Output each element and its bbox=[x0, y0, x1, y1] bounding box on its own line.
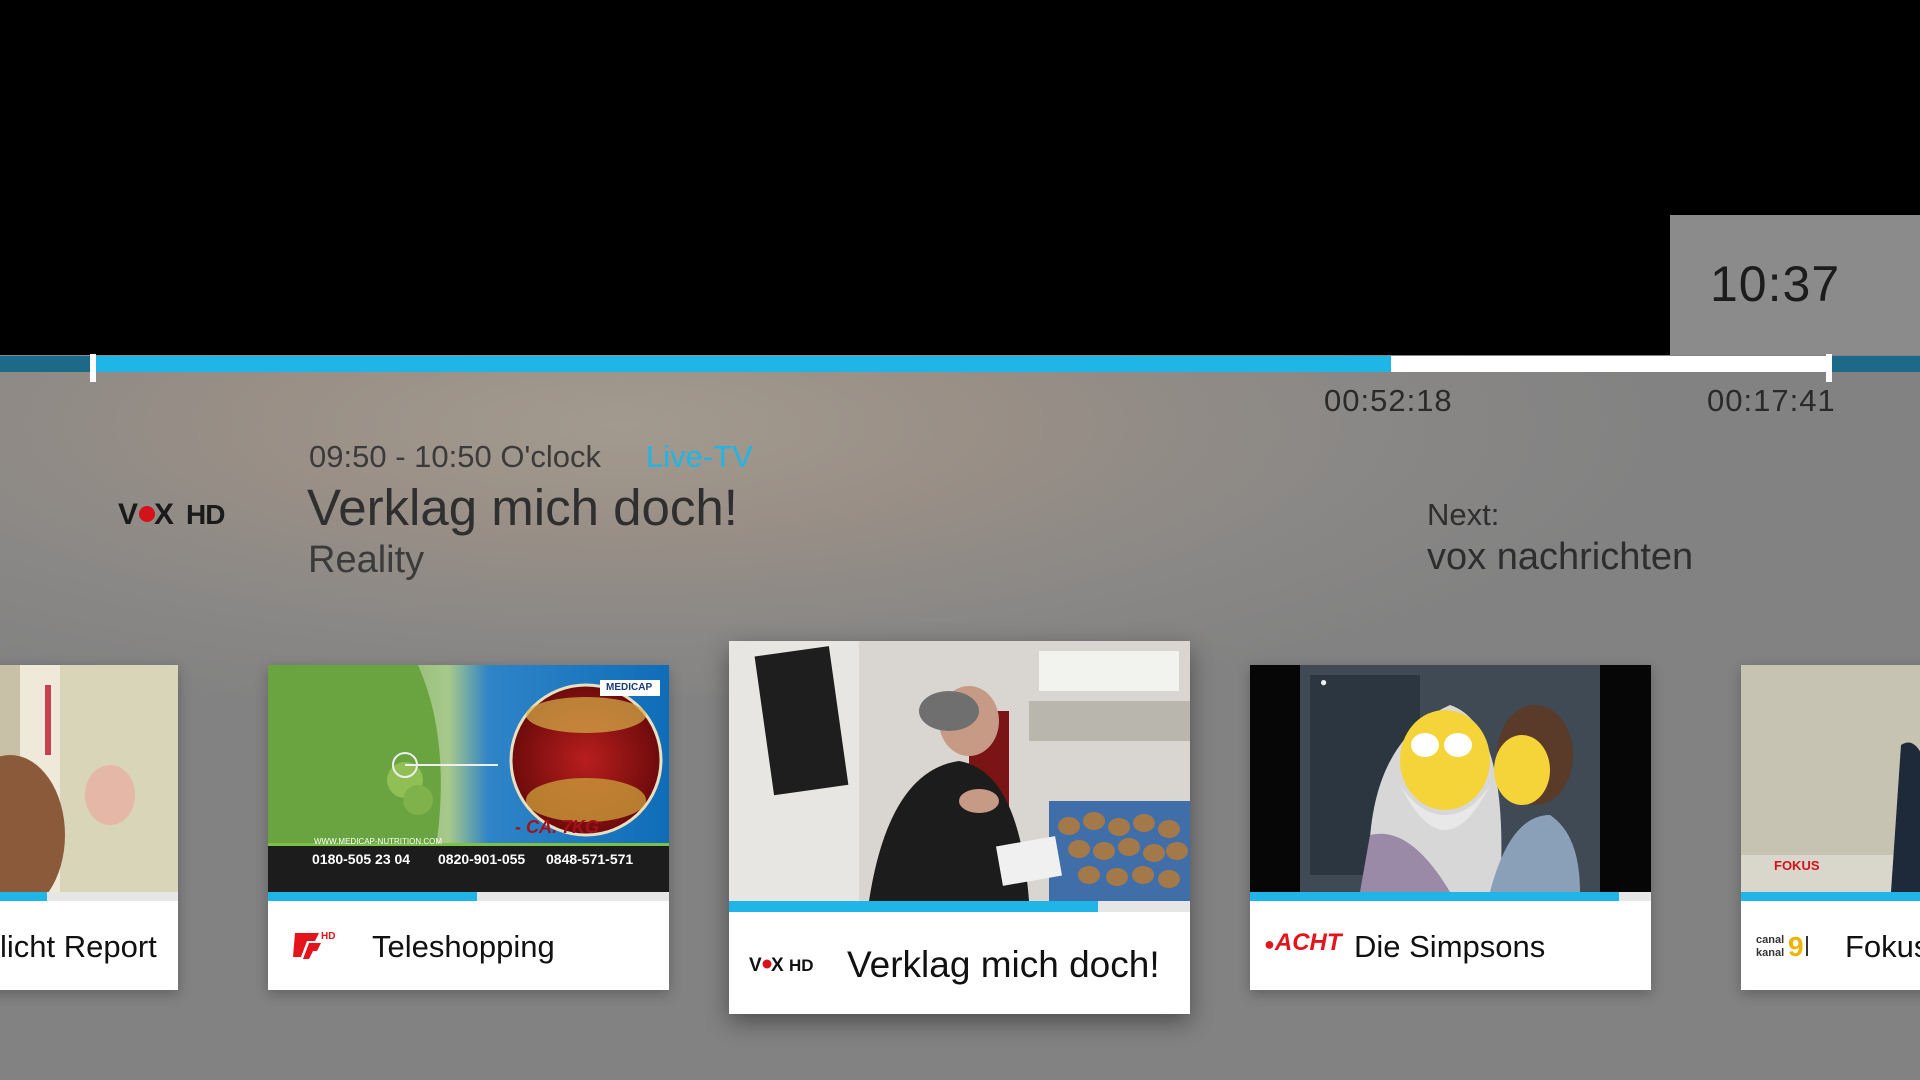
channel-card-title: Teleshopping bbox=[372, 929, 555, 964]
channel-thumbnail bbox=[729, 641, 1190, 901]
timeline-end-marker bbox=[1826, 354, 1832, 382]
next-program-title: vox nachrichten bbox=[1427, 536, 1694, 578]
remaining-time: 00:17:41 bbox=[1707, 383, 1836, 418]
acht-watermark-icon: ● bbox=[1320, 675, 1328, 689]
svg-text:HD: HD bbox=[321, 931, 335, 942]
channel-progress bbox=[268, 892, 669, 901]
fokus-caption: FOKUS bbox=[1774, 858, 1820, 873]
svg-text:9: 9 bbox=[1788, 931, 1804, 961]
channel-progress bbox=[0, 892, 178, 901]
channel-card-title: Die Simpsons bbox=[1354, 929, 1546, 964]
teleshopping-weight: - CA. 7KG bbox=[515, 817, 600, 837]
channel-card[interactable]: MEDICAP - CA. 7KG WWW.MEDICAP-NUTRITION.… bbox=[268, 665, 669, 990]
teleshopping-website: WWW.MEDICAP-NUTRITION.COM bbox=[314, 837, 442, 846]
svg-text:canal: canal bbox=[1756, 934, 1784, 946]
channel-thumbnail: FOKUS bbox=[1741, 665, 1920, 892]
program-title: Verklag mich doch! bbox=[307, 479, 738, 536]
channel-card[interactable]: FOKUS canal kanal 9 Fokus bbox=[1741, 665, 1920, 990]
svg-text:X: X bbox=[154, 498, 174, 530]
channel-card-title: Fokus bbox=[1845, 929, 1920, 964]
canal9-logo-icon: canal kanal 9 bbox=[1756, 931, 1811, 962]
svg-text:X: X bbox=[771, 955, 784, 976]
clock-box: 10:37 bbox=[1670, 215, 1920, 355]
next-label: Next: bbox=[1427, 497, 1500, 532]
timeline-start-marker bbox=[90, 354, 96, 382]
svg-text:HD: HD bbox=[789, 956, 814, 975]
tv-player-screen: 10:37 00:52:18 00:17:41 V X HD 09:50 - 1… bbox=[0, 0, 1920, 1080]
svg-text:HD: HD bbox=[186, 499, 225, 530]
channel-progress bbox=[1741, 892, 1920, 901]
channel-card-title: licht Report bbox=[0, 929, 157, 964]
channel-thumbnail bbox=[0, 665, 178, 892]
acht-logo-icon: ●ACHT bbox=[1264, 929, 1342, 956]
channel-thumbnail: MEDICAP - CA. 7KG WWW.MEDICAP-NUTRITION.… bbox=[268, 665, 669, 892]
channel-card[interactable]: ● ●ACHT Die Simpsons bbox=[1250, 665, 1651, 990]
video-area bbox=[0, 0, 1920, 355]
channel-thumbnail: ● bbox=[1250, 665, 1651, 892]
channel-progress bbox=[1250, 892, 1651, 901]
svg-text:V: V bbox=[118, 498, 138, 530]
live-tv-badge: Live-TV bbox=[646, 439, 753, 474]
teleshopping-phone-ch: 0848-571-571 bbox=[546, 851, 634, 867]
svg-text:kanal: kanal bbox=[1756, 947, 1784, 959]
channel-card-focused[interactable]: V X HD Verklag mich doch! bbox=[729, 641, 1190, 1014]
timeline-progress bbox=[93, 356, 1391, 372]
vox-hd-logo-icon: V X HD bbox=[118, 498, 226, 531]
prosieben-logo-icon: HD bbox=[291, 927, 341, 966]
timeline-track[interactable] bbox=[93, 356, 1830, 372]
teleshopping-phone-at: 0820-901-055 bbox=[438, 851, 526, 867]
elapsed-time: 00:52:18 bbox=[1324, 383, 1453, 418]
channel-logo: V X HD bbox=[118, 496, 240, 538]
svg-text:V: V bbox=[749, 955, 762, 976]
teleshopping-phone-de: 0180-505 23 04 bbox=[312, 851, 411, 867]
vox-hd-logo-icon: V X HD bbox=[749, 952, 829, 981]
teleshopping-brand: MEDICAP bbox=[606, 682, 653, 693]
clock: 10:37 bbox=[1710, 256, 1841, 312]
program-genre: Reality bbox=[308, 539, 425, 581]
channel-card[interactable]: licht Report bbox=[0, 665, 178, 990]
channel-progress bbox=[729, 901, 1190, 912]
channel-card-title: Verklag mich doch! bbox=[847, 944, 1160, 985]
time-slot: 09:50 - 10:50 O'clock bbox=[309, 439, 601, 474]
